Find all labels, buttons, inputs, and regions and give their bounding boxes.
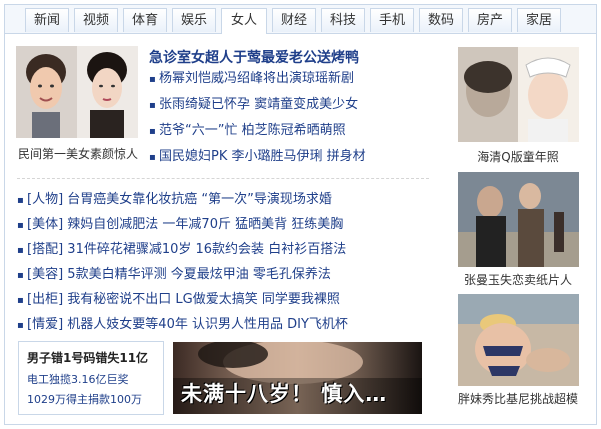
feature-list-item[interactable]: ▪ 范爷“六一”忙 柏芝陈冠希晒萌照 [149,121,346,141]
category-list-item[interactable]: ▪ [出柜] 我有秘密说不出口 LG做爱太搞笑 同学要我裸照 [17,290,340,310]
feature-list-item[interactable]: ▪ 张雨绮疑已怀孕 窦靖童变成美少女 [149,95,358,115]
category-list-item[interactable]: ▪ [美体] 辣妈自创减肥法 一年减70斤 猛晒美背 狂练美胸 [17,215,343,235]
bullet-icon: ▪ [17,320,24,331]
feature-list-item[interactable]: ▪ 杨幂刘恺威冯绍峰将出演琼瑶新剧 [149,69,354,89]
sidebar-photo-illustration [458,172,579,267]
category-list-item[interactable]: ▪ [美容] 5款美白精华评测 今夏最炫甲油 零毛孔保养法 [17,265,331,285]
feature-photo[interactable] [16,46,138,138]
tab-news[interactable]: 新闻 [25,8,69,32]
sidebar-caption[interactable]: 胖妹秀比基尼挑战超模 [453,390,583,407]
tab-mobile[interactable]: 手机 [370,8,414,32]
category-tag[interactable]: [出柜] [27,292,63,307]
sidebar-caption[interactable]: 张曼玉失恋卖纸片人 [453,271,583,288]
sidebar-photo-illustration [458,47,579,142]
sidebar-caption[interactable]: 海清Q版童年照 [453,148,583,165]
text-ad-title[interactable]: 男子错1号码错失11亿 [27,349,148,366]
tab-label: 新闻 [33,13,60,28]
category-list-item[interactable]: ▪ [情爱] 机器人妓女要等40年 认识男人性用品 DIY飞机杯 [17,315,348,335]
category-tag[interactable]: [美体] [27,217,63,232]
list-item-text: 张雨绮疑已怀孕 窦靖童变成美少女 [159,97,359,112]
bullet-icon: ▪ [149,100,156,111]
tab-house[interactable]: 房产 [468,8,512,32]
bullet-icon: ▪ [17,220,24,231]
list-item-text: 国民媳妇PK 李小璐胜马伊琍 拼身材 [159,149,366,164]
tab-finance[interactable]: 财经 [272,8,316,32]
bullet-icon: ▪ [17,195,24,206]
text-ad-box[interactable]: 男子错1号码错失11亿 电工独揽3.16亿巨奖 1029万得主捐款100万 [18,341,164,415]
bullet-icon: ▪ [17,270,24,281]
bullet-icon: ▪ [149,74,156,85]
sidebar-photo-illustration [458,294,579,386]
category-tag[interactable]: [人物] [27,192,63,207]
tab-label: 娱乐 [180,13,207,28]
tab-home[interactable]: 家居 [517,8,561,32]
tab-label: 女人 [230,13,257,28]
tab-label: 体育 [131,13,158,28]
category-list-item[interactable]: ▪ [搭配] 31件碎花裙骤减10岁 16款约会装 白衬衫百搭法 [17,240,346,260]
list-item-text: 5款美白精华评测 今夏最炫甲油 零毛孔保养法 [67,267,331,282]
tab-tech[interactable]: 科技 [321,8,365,32]
category-list-item[interactable]: ▪ [人物] 台胃癌美女靠化妆抗癌 “第一次”导演现场求婚 [17,190,332,210]
bullet-icon: ▪ [149,126,156,137]
banner-ad-text: 未满十八岁！ 慎入… [181,382,388,406]
category-tag[interactable]: [美容] [27,267,63,282]
channel-tabbar: 新闻 视频 体育 娱乐 女人 财经 科技 手机 数码 房产 家居 [5,5,596,34]
category-tag[interactable]: [搭配] [27,242,63,257]
tab-label: 房产 [476,13,503,28]
tab-women[interactable]: 女人 [221,8,267,34]
list-item-text: 辣妈自创减肥法 一年减70斤 猛晒美背 狂练美胸 [67,217,344,232]
sidebar-photo[interactable] [458,172,579,267]
list-item-text: 我有秘密说不出口 LG做爱太搞笑 同学要我裸照 [67,292,340,307]
list-item-text: 台胃癌美女靠化妆抗癌 “第一次”导演现场求婚 [67,192,332,207]
bullet-icon: ▪ [17,295,24,306]
sidebar-photo[interactable] [458,47,579,142]
list-item-text: 机器人妓女要等40年 认识男人性用品 DIY飞机杯 [67,317,348,332]
tab-sports[interactable]: 体育 [123,8,167,32]
tab-label: 数码 [427,13,454,28]
category-tag[interactable]: [情爱] [27,317,63,332]
tab-label: 家居 [525,13,552,28]
text-ad-line[interactable]: 电工独揽3.16亿巨奖 [27,371,129,387]
list-item-text: 杨幂刘恺威冯绍峰将出演琼瑶新剧 [159,71,355,86]
list-item-text: 31件碎花裙骤减10岁 16款约会装 白衬衫百搭法 [67,242,347,257]
tab-label: 手机 [378,13,405,28]
bullet-icon: ▪ [17,245,24,256]
tab-video[interactable]: 视频 [74,8,118,32]
text-ad-line[interactable]: 1029万得主捐款100万 [27,391,142,407]
tab-entertainment[interactable]: 娱乐 [172,8,216,32]
feature-list-item[interactable]: ▪ 国民媳妇PK 李小璐胜马伊琍 拼身材 [149,147,366,167]
bullet-icon: ▪ [149,152,156,163]
feature-caption[interactable]: 民间第一美女素颜惊人 [13,145,143,162]
tab-label: 财经 [280,13,307,28]
tab-digital[interactable]: 数码 [419,8,463,32]
tab-label: 视频 [82,13,109,28]
women-channel-module: 新闻 视频 体育 娱乐 女人 财经 科技 手机 数码 房产 家居 民间第一美女素… [4,4,597,425]
feature-headline[interactable]: 急诊室女超人于莺最爱老公送烤鸭 [149,47,359,67]
tab-label: 科技 [329,13,356,28]
feature-photo-illustration [16,46,138,138]
divider [17,178,429,179]
sidebar-photo[interactable] [458,294,579,386]
banner-ad[interactable]: 未满十八岁！ 慎入… [173,342,422,414]
list-item-text: 范爷“六一”忙 柏芝陈冠希晒萌照 [159,123,346,138]
